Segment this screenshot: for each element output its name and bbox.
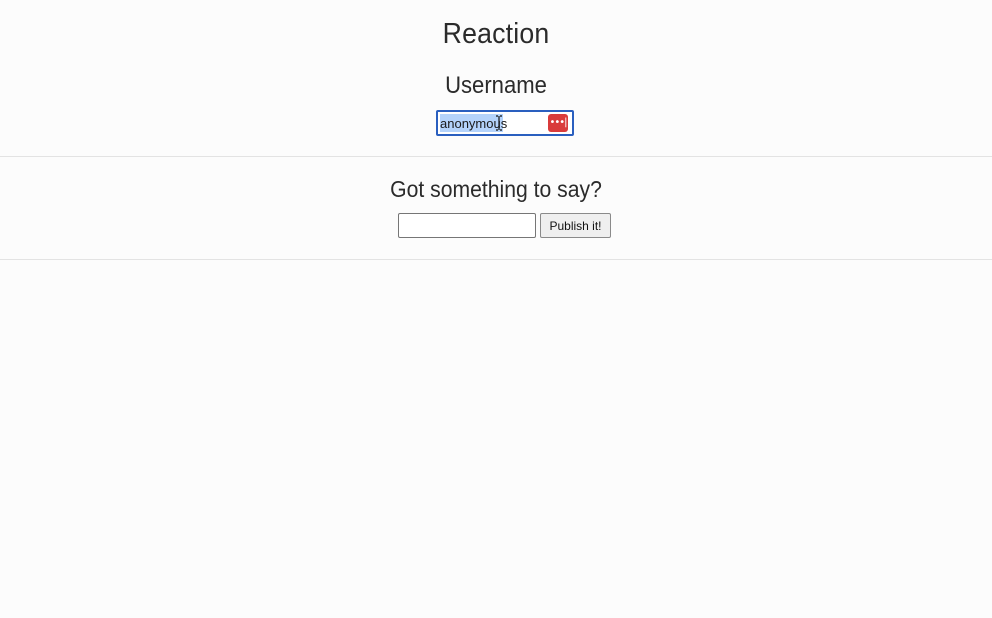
username-label: Username xyxy=(445,72,547,99)
publish-button[interactable]: Publish it! xyxy=(540,213,611,238)
composer-section: Got something to say? Publish it! xyxy=(0,157,992,260)
composer-heading: Got something to say? xyxy=(390,176,602,202)
header-section: Reaction Username •••| xyxy=(0,0,992,157)
password-manager-icon[interactable]: •••| xyxy=(548,114,568,132)
username-field[interactable]: •••| xyxy=(436,110,574,136)
username-input[interactable] xyxy=(440,114,544,132)
page: Reaction Username •••| Got something to … xyxy=(0,0,992,618)
text-cursor-icon xyxy=(496,115,502,131)
message-input[interactable] xyxy=(398,213,536,238)
app-title: Reaction xyxy=(442,18,550,50)
